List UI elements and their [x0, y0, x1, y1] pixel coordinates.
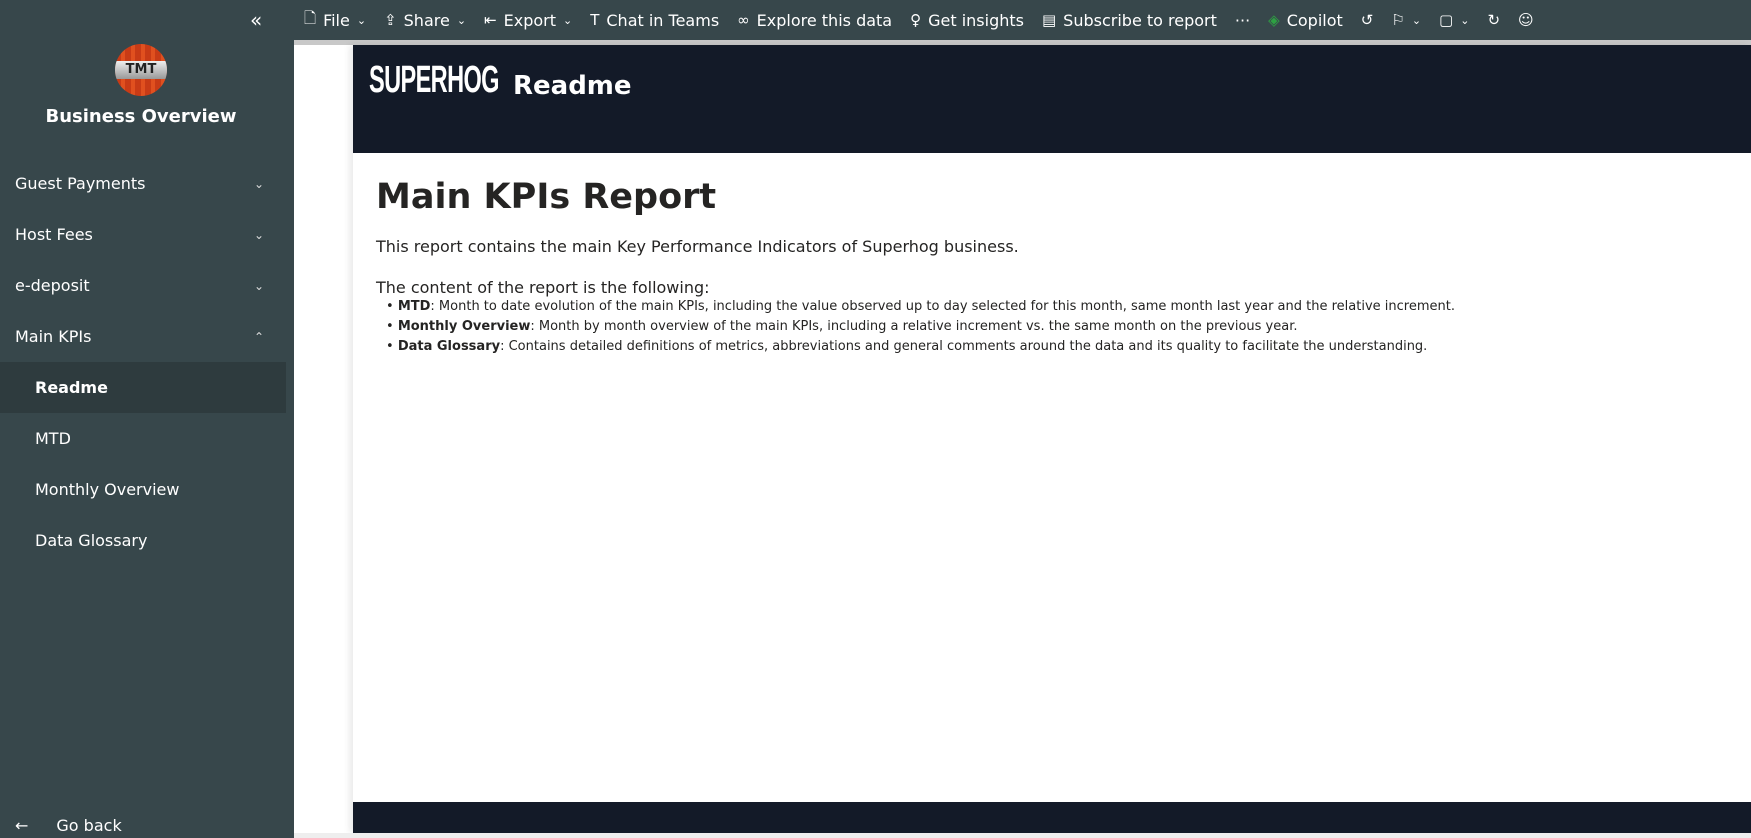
explore-data-button[interactable]: ∞ Explore this data: [737, 11, 892, 30]
file-menu[interactable]: 🗋 File ⌄: [304, 8, 366, 33]
share-menu[interactable]: ⇪ Share ⌄: [384, 11, 466, 30]
explore-label: Explore this data: [756, 10, 893, 30]
nav-data-glossary[interactable]: Data Glossary: [0, 515, 286, 566]
subscribe-icon: ▤: [1041, 11, 1057, 29]
content-intro: The content of the report is the followi…: [376, 278, 710, 297]
chevron-down-icon: ⌄: [253, 227, 264, 242]
chevron-down-icon: ⌄: [456, 13, 467, 27]
report-canvas: SUPERHOG Readme Main KPIs Report This re…: [294, 45, 1751, 833]
nav-guest-payments[interactable]: Guest Payments ⌄: [0, 158, 286, 209]
copilot-button[interactable]: ◈ Copilot: [1268, 11, 1343, 30]
nav-label: Host Fees: [15, 225, 93, 244]
binoculars-icon: ∞: [737, 11, 750, 29]
nav-main-kpis[interactable]: Main KPIs ⌃: [0, 311, 286, 362]
refresh-icon: ↻: [1487, 11, 1501, 29]
report-footer: [353, 802, 1751, 833]
nav-host-fees[interactable]: Host Fees ⌄: [0, 209, 286, 260]
report-page: SUPERHOG Readme Main KPIs Report This re…: [353, 45, 1751, 833]
teams-icon: T: [590, 11, 600, 29]
chevron-down-icon: ⌄: [1460, 13, 1470, 27]
nav-label: MTD: [35, 429, 71, 448]
list-item: MTD: Month to date evolution of the main…: [386, 297, 1728, 317]
nav-label: Guest Payments: [15, 174, 146, 193]
report-heading: Main KPIs Report: [376, 177, 717, 217]
chevron-down-icon: ⌄: [562, 13, 573, 27]
more-options-button[interactable]: ···: [1235, 11, 1250, 30]
export-icon: ⇤: [484, 11, 497, 29]
chevron-down-icon: ⌄: [1411, 13, 1422, 27]
chat-label: Chat in Teams: [606, 10, 720, 30]
list-item: Monthly Overview: Month by month overvie…: [386, 317, 1728, 337]
chevron-down-icon: ⌄: [253, 176, 264, 191]
export-menu[interactable]: ⇤ Export ⌄: [484, 11, 572, 30]
view-icon: ▢: [1439, 11, 1454, 29]
bullet-text: : Contains detailed definitions of metri…: [500, 339, 1428, 354]
bullet-term: Monthly Overview: [397, 319, 531, 334]
logo-text: TMT: [115, 61, 167, 79]
toolbar: 🗋 File ⌄ ⇪ Share ⌄ ⇤ Export ⌄ T Chat in Teams ∞…: [294, 0, 1751, 40]
insights-label: Get insights: [928, 10, 1024, 30]
refresh-button[interactable]: ↻: [1487, 11, 1500, 29]
comment-icon: ☺: [1518, 11, 1534, 29]
nav-e-deposit[interactable]: e-deposit ⌄: [0, 260, 286, 311]
share-label: Share: [403, 10, 450, 30]
copilot-label: Copilot: [1286, 10, 1343, 30]
nav-readme[interactable]: Readme: [0, 362, 286, 413]
bullet-text: : Month by month overview of the main KP…: [530, 319, 1298, 334]
bullet-text: : Month to date evolution of the main KP…: [430, 299, 1455, 314]
page-title: Readme: [513, 71, 632, 101]
chevron-down-icon: ⌄: [356, 13, 367, 27]
nav-label: Main KPIs: [15, 327, 92, 346]
list-item: Data Glossary: Contains detailed definit…: [386, 337, 1728, 357]
view-menu[interactable]: ▢ ⌄: [1439, 11, 1469, 29]
chevron-up-icon: ⌃: [253, 329, 264, 344]
nav-label: Data Glossary: [35, 531, 148, 550]
superhog-logo: SUPERHOG: [369, 59, 500, 101]
file-label: File: [323, 10, 350, 30]
chat-in-teams-button[interactable]: T Chat in Teams: [590, 11, 719, 30]
comments-button[interactable]: ☺: [1518, 11, 1534, 29]
subscribe-label: Subscribe to report: [1063, 10, 1217, 30]
bullet-term: MTD: [397, 299, 431, 314]
bookmark-menu[interactable]: ⚐ ⌄: [1391, 11, 1421, 29]
file-icon: 🗋: [304, 8, 317, 27]
sidebar: « TMT Business Overview Guest Payments ⌄ …: [0, 0, 294, 838]
nav-label: Monthly Overview: [35, 480, 180, 499]
app-logo: TMT: [115, 44, 167, 96]
bookmark-icon: ⚐: [1391, 11, 1405, 29]
readme-content: Main KPIs Report This report contains th…: [353, 153, 1751, 381]
arrow-left-icon: ←: [15, 816, 29, 835]
bullet-term: Data Glossary: [397, 339, 501, 354]
chevron-down-icon: ⌄: [253, 278, 264, 293]
bottom-bar: [294, 833, 1751, 838]
intro-text: This report contains the main Key Perfor…: [376, 237, 1019, 256]
app-name: Business Overview: [45, 106, 237, 127]
report-header: SUPERHOG Readme: [353, 45, 1751, 153]
nav-mtd[interactable]: MTD: [0, 413, 286, 464]
subscribe-button[interactable]: ▤ Subscribe to report: [1042, 11, 1217, 30]
content-list: MTD: Month to date evolution of the main…: [386, 297, 1728, 357]
undo-icon: ↺: [1360, 11, 1374, 29]
go-back-button[interactable]: ← Go back: [15, 816, 122, 835]
copilot-icon: ◈: [1268, 11, 1280, 29]
share-icon: ⇪: [384, 11, 397, 29]
lightbulb-icon: ♀: [910, 11, 922, 29]
nav-label: e-deposit: [15, 276, 90, 295]
nav-list: Guest Payments ⌄ Host Fees ⌄ e-deposit ⌄ Ma…: [0, 158, 286, 566]
export-label: Export: [503, 10, 556, 30]
nav-monthly-overview[interactable]: Monthly Overview: [0, 464, 286, 515]
get-insights-button[interactable]: ♀ Get insights: [910, 11, 1024, 30]
go-back-label: Go back: [56, 816, 122, 835]
nav-label: Readme: [35, 378, 108, 397]
reset-button[interactable]: ↺: [1361, 11, 1374, 29]
collapse-sidebar-icon[interactable]: «: [250, 8, 262, 32]
more-icon: ···: [1234, 10, 1251, 30]
